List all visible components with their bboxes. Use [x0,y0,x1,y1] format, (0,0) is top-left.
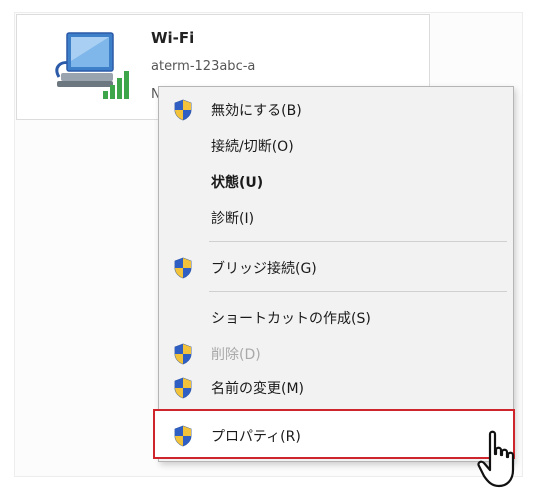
menu-item-label: ブリッジ接続(G) [211,261,317,277]
network-adapter-icon [55,32,129,99]
uac-shield-icon [173,257,193,279]
uac-shield-icon [173,377,193,399]
adapter-name: Wi-Fi [151,29,195,47]
context-menu: 無効にする(B) 接続/切断(O) 状態(U) 診断(I) ブリッジ接続(G) … [153,86,515,462]
menu-item-bridge[interactable]: ブリッジ接続(G) [159,251,513,283]
menu-item-rename[interactable]: 名前の変更(M) [159,371,513,403]
menu-item-label: 名前の変更(M) [211,381,305,397]
menu-item-status[interactable]: 状態(U) [159,165,513,197]
menu-item-delete: 削除(D) [159,337,513,369]
menu-item-label: プロパティ(R) [211,429,301,445]
menu-item-label: 診断(I) [211,211,255,227]
menu-item-connect-disconnect[interactable]: 接続/切断(O) [159,129,513,161]
menu-item-label: 状態(U) [211,175,264,191]
hand-pointer-icon [477,430,515,488]
menu-item-properties[interactable]: プロパティ(R) [159,419,513,451]
menu-separator [209,291,507,292]
menu-item-create-shortcut[interactable]: ショートカットの作成(S) [159,301,513,333]
adapter-ssid: aterm-123abc-a [151,59,256,74]
menu-item-disable[interactable]: 無効にする(B) [159,93,513,125]
menu-separator [209,241,507,242]
menu-item-label: ショートカットの作成(S) [211,311,371,327]
uac-shield-icon [173,425,193,447]
menu-item-label: 削除(D) [211,347,261,363]
uac-shield-icon [173,343,193,365]
menu-item-label: 接続/切断(O) [211,139,294,155]
uac-shield-icon [173,99,193,121]
menu-item-diagnose[interactable]: 診断(I) [159,201,513,233]
menu-item-label: 無効にする(B) [211,103,302,119]
